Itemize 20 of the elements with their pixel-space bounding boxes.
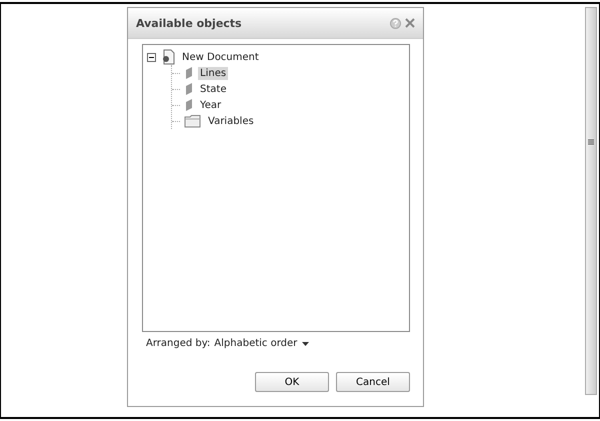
- tree-item[interactable]: Lines: [198, 66, 228, 80]
- dimension-icon: [184, 66, 194, 80]
- help-icon[interactable]: [390, 18, 401, 28]
- sort-order-dropdown[interactable]: Alphabetic order: [214, 338, 310, 349]
- collapse-icon[interactable]: [147, 52, 156, 62]
- arranged-by-label: Arranged by:: [146, 338, 210, 349]
- grip-icon: [588, 138, 594, 146]
- dialog-button[interactable]: Cancel: [336, 372, 410, 392]
- dialog-button[interactable]: OK: [255, 372, 329, 392]
- document-icon: [160, 49, 176, 65]
- dimension-icon: [184, 98, 194, 112]
- tree-item[interactable]: State: [198, 82, 228, 96]
- caret-icon: [302, 342, 310, 346]
- tree-item[interactable]: Variables: [206, 114, 256, 128]
- close-icon[interactable]: [405, 18, 415, 28]
- tree-item[interactable]: Year: [198, 98, 224, 112]
- dimension-icon: [184, 82, 194, 96]
- dialog-title: Available objects: [136, 16, 242, 30]
- tree-item[interactable]: New Document: [180, 50, 261, 64]
- folder-icon: [184, 114, 202, 128]
